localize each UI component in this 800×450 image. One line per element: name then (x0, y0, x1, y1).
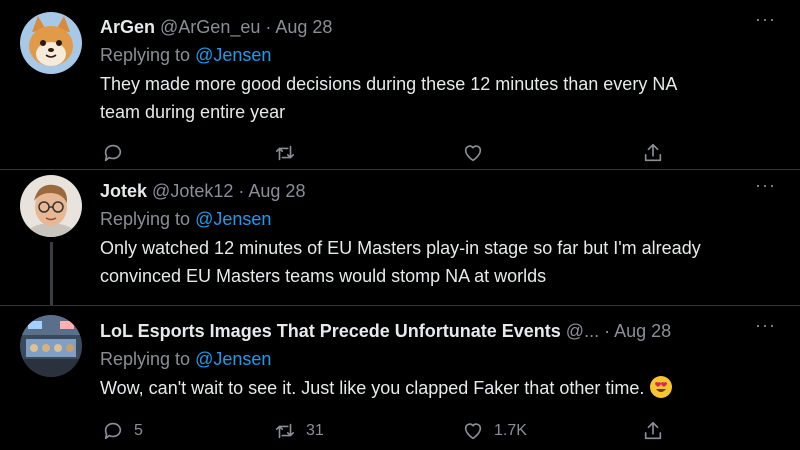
replying-mention-link[interactable]: @Jensen (195, 209, 271, 229)
reply-icon (104, 422, 122, 440)
tweet-header: ArGen @ArGen_eu · Aug 28 (100, 14, 780, 40)
user-handle[interactable]: @... (566, 321, 599, 341)
user-handle[interactable]: @Jotek12 (152, 181, 233, 201)
retweet-icon (275, 423, 295, 439)
user-handle[interactable]: @ArGen_eu (160, 17, 260, 37)
share-icon (644, 421, 662, 440)
more-options-button[interactable]: ··· (755, 316, 776, 334)
tweet-text: They made more good decisions during the… (100, 70, 780, 126)
replying-to: Replying to @Jensen (100, 204, 780, 234)
reply-button[interactable]: 5 (102, 419, 143, 443)
tweet-text-line: convinced EU Masters teams would stomp N… (100, 266, 547, 286)
tweet-text-line: They made more good decisions during the… (100, 74, 678, 94)
separator-dot: · (265, 17, 272, 37)
separator-dot: · (238, 181, 245, 201)
separator-dot: · (604, 321, 611, 341)
tweet-body: ArGen @ArGen_eu · Aug 28 Replying to @Je… (100, 14, 780, 126)
more-options-button[interactable]: ··· (755, 10, 776, 28)
like-count: 1.7K (494, 422, 527, 439)
retweet-button[interactable] (274, 141, 296, 165)
reply-icon (104, 144, 122, 162)
share-button[interactable] (642, 141, 664, 165)
more-options-button[interactable]: ··· (755, 176, 776, 194)
tweet-header: LoL Esports Images That Precede Unfortun… (100, 318, 780, 344)
tweet-argen[interactable]: ArGen @ArGen_eu · Aug 28 Replying to @Je… (0, 0, 800, 170)
replying-mention-link[interactable]: @Jensen (195, 45, 271, 65)
reply-button[interactable] (102, 141, 124, 165)
replying-label: Replying to (100, 45, 191, 65)
tweet-header: Jotek @Jotek12 · Aug 28 (100, 178, 780, 204)
tweet-body: LoL Esports Images That Precede Unfortun… (100, 318, 780, 402)
tweet-lol-esports-images[interactable]: LoL Esports Images That Precede Unfortun… (0, 305, 800, 450)
retweet-icon (275, 145, 295, 161)
tweet-actions: 5 31 1.7K (100, 419, 680, 443)
tweet-actions (100, 141, 680, 165)
tweet-text-line: team during entire year (100, 102, 286, 122)
display-name[interactable]: ArGen (100, 17, 155, 37)
tweet-text-line: Only watched 12 minutes of EU Masters pl… (100, 238, 701, 258)
tweet-text: Only watched 12 minutes of EU Masters pl… (100, 234, 780, 290)
avatar-jotek[interactable] (20, 175, 82, 237)
like-button[interactable]: 1.7K (462, 419, 527, 443)
shiba-dog-avatar-icon (20, 12, 82, 74)
boy-with-glasses-avatar-icon (20, 175, 82, 237)
replying-to: Replying to @Jensen (100, 344, 780, 374)
replying-label: Replying to (100, 349, 191, 369)
reply-thread: ArGen @ArGen_eu · Aug 28 Replying to @Je… (0, 0, 800, 450)
tweet-jotek[interactable]: Jotek @Jotek12 · Aug 28 Replying to @Jen… (0, 170, 800, 305)
avatar-lol-esports-images[interactable] (20, 315, 82, 377)
tweet-date[interactable]: Aug 28 (614, 321, 671, 341)
display-name[interactable]: LoL Esports Images That Precede Unfortun… (100, 321, 561, 341)
replying-label: Replying to (100, 209, 191, 229)
tweet-date[interactable]: Aug 28 (275, 17, 332, 37)
thread-connector-line (50, 242, 53, 305)
heart-icon (464, 145, 482, 162)
replying-to: Replying to @Jensen (100, 40, 780, 70)
heart-eyes-emoji-icon (650, 376, 673, 398)
reply-count: 5 (134, 422, 143, 439)
replying-mention-link[interactable]: @Jensen (195, 349, 271, 369)
tweet-text: Wow, can't wait to see it. Just like you… (100, 374, 780, 402)
esports-stage-avatar-icon (20, 315, 82, 377)
tweet-date[interactable]: Aug 28 (248, 181, 305, 201)
display-name[interactable]: Jotek (100, 181, 147, 201)
tweet-text-line: Wow, can't wait to see it. Just like you… (100, 378, 645, 398)
retweet-button[interactable]: 31 (274, 419, 324, 443)
avatar-argen[interactable] (20, 12, 82, 74)
heart-icon (464, 423, 482, 440)
like-button[interactable] (462, 141, 484, 165)
share-icon (644, 143, 662, 162)
tweet-body: Jotek @Jotek12 · Aug 28 Replying to @Jen… (100, 178, 780, 290)
retweet-count: 31 (306, 422, 324, 439)
share-button[interactable] (642, 419, 664, 443)
